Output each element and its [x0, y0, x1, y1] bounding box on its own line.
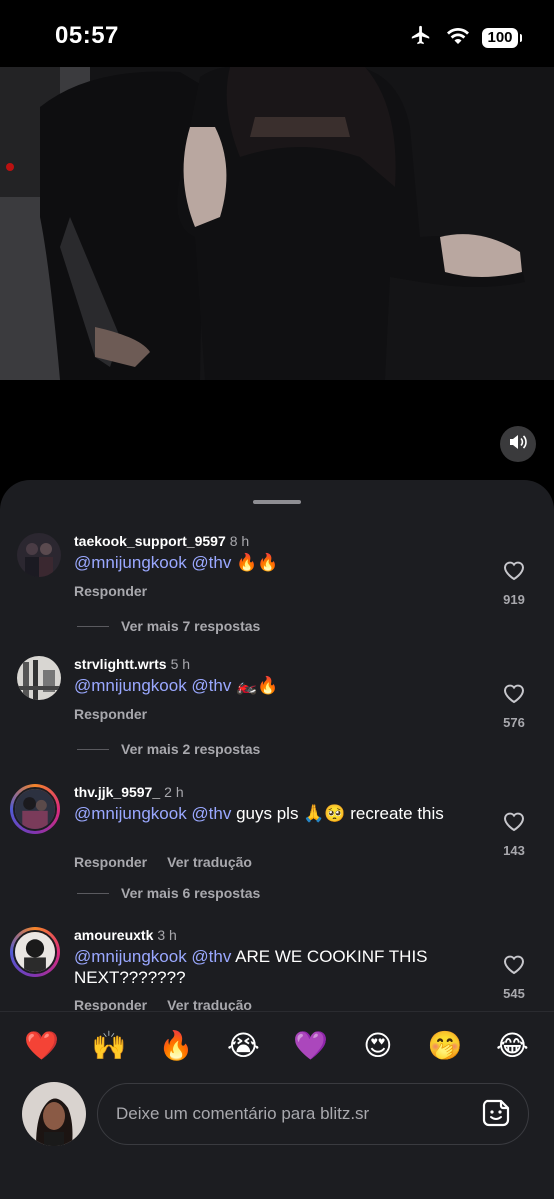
- avatar-image: [15, 932, 55, 972]
- speaker-icon: [509, 434, 527, 455]
- avatar-image: [17, 656, 61, 700]
- avatar[interactable]: [10, 927, 60, 977]
- like-count: 545: [503, 986, 525, 1001]
- comment-username[interactable]: amoureuxtk: [74, 927, 153, 943]
- avatar-inner: [13, 787, 57, 831]
- comment-username[interactable]: strvlightt.wrts: [74, 656, 167, 672]
- reply-button[interactable]: Responder: [74, 854, 147, 870]
- wifi-icon: [446, 25, 470, 50]
- avatar[interactable]: [10, 784, 60, 834]
- status-time: 05:57: [55, 22, 119, 49]
- replies-divider: [77, 892, 109, 894]
- view-more-replies[interactable]: Ver mais 7 respostas: [77, 618, 260, 634]
- comment-text: @mnijungkook @thv 🔥🔥: [74, 552, 474, 573]
- avatar[interactable]: [17, 533, 61, 577]
- video-frame: [0, 67, 554, 380]
- comment-username[interactable]: thv.jjk_9597_: [74, 784, 160, 800]
- avatar-image: [17, 533, 61, 577]
- like-control: 919: [496, 559, 532, 607]
- comment-header: taekook_support_9597 8 h: [74, 533, 249, 549]
- emoji-heart-eyes-button[interactable]: 😍: [356, 1031, 400, 1060]
- emoji-purple-heart-button[interactable]: 💜: [289, 1031, 333, 1060]
- video-letterbox: [0, 380, 554, 490]
- heart-icon[interactable]: [502, 684, 526, 708]
- emoji-hand-over-mouth-button[interactable]: 🤭: [423, 1031, 467, 1060]
- comment-text: @mnijungkook @thv 🏍️🔥: [74, 675, 474, 696]
- comment-mentions[interactable]: @mnijungkook @thv: [74, 947, 231, 966]
- replies-divider: [77, 625, 109, 627]
- comment-text: @mnijungkook @thv ARE WE COOKINF THIS NE…: [74, 946, 474, 988]
- like-control: 143: [496, 810, 532, 858]
- comment-header: amoureuxtk 3 h: [74, 927, 177, 943]
- comment-header: strvlightt.wrts 5 h: [74, 656, 190, 672]
- heart-icon[interactable]: [502, 561, 526, 585]
- status-bar: 05:57 100: [0, 0, 554, 70]
- view-more-replies[interactable]: Ver mais 6 respostas: [77, 885, 260, 901]
- comment-actions: Responder: [74, 583, 147, 599]
- emoji-raised-hands-button[interactable]: 🙌: [87, 1031, 131, 1060]
- reply-button[interactable]: Responder: [74, 583, 147, 599]
- emoji-reaction-bar: ❤️ 🙌 🔥 😭 💜 😍 🤭 😂: [0, 1011, 554, 1079]
- mute-button[interactable]: [500, 426, 536, 462]
- comment-mentions[interactable]: @mnijungkook @thv: [74, 804, 231, 823]
- reply-button[interactable]: Responder: [74, 706, 147, 722]
- view-more-replies-label: Ver mais 2 respostas: [121, 741, 261, 757]
- replies-divider: [77, 748, 109, 750]
- comment-mentions[interactable]: @mnijungkook @thv: [74, 676, 231, 695]
- sheet-grab-handle[interactable]: [253, 500, 301, 504]
- avatar[interactable]: [17, 656, 61, 700]
- sticker-button[interactable]: [478, 1097, 514, 1133]
- comment-body: guys pls 🙏🥺 recreate this: [231, 804, 444, 823]
- like-control: 545: [496, 953, 532, 1001]
- emoji-laughing-button[interactable]: 😂: [490, 1031, 534, 1060]
- comment-actions: Responder Ver tradução: [74, 854, 252, 870]
- comment-text: @mnijungkook @thv guys pls 🙏🥺 recreate t…: [74, 803, 474, 824]
- comment-body: 🔥🔥: [231, 553, 279, 572]
- emoji-fire-button[interactable]: 🔥: [154, 1031, 198, 1060]
- comment-time: 3 h: [157, 927, 177, 943]
- comment-username[interactable]: taekook_support_9597: [74, 533, 226, 549]
- emoji-crying-button[interactable]: 😭: [221, 1031, 265, 1060]
- translate-button[interactable]: Ver tradução: [167, 854, 252, 870]
- comment-mentions[interactable]: @mnijungkook @thv: [74, 553, 231, 572]
- battery-icon: 100: [482, 27, 522, 48]
- comment-header: thv.jjk_9597_ 2 h: [74, 784, 184, 800]
- avatar-image: [15, 789, 55, 829]
- comment-compose: [0, 1079, 554, 1199]
- status-icons: 100: [408, 24, 522, 51]
- avatar-inner: [13, 930, 57, 974]
- like-control: 576: [496, 682, 532, 730]
- view-more-replies-label: Ver mais 7 respostas: [121, 618, 261, 634]
- sticker-icon: [481, 1098, 511, 1133]
- my-avatar-image: [22, 1082, 86, 1146]
- comment-actions: Responder: [74, 706, 147, 722]
- like-count: 143: [503, 843, 525, 858]
- comment-input[interactable]: [97, 1083, 529, 1145]
- comment-time: 8 h: [229, 533, 250, 549]
- view-more-replies-label: Ver mais 6 respostas: [121, 885, 261, 901]
- view-more-replies[interactable]: Ver mais 2 respostas: [77, 741, 260, 757]
- airplane-icon: [408, 24, 434, 51]
- my-avatar: [22, 1082, 86, 1146]
- comment-time: 5 h: [170, 656, 191, 672]
- emoji-heart-button[interactable]: ❤️: [20, 1031, 64, 1060]
- like-count: 919: [503, 592, 525, 607]
- comment-body: 🏍️🔥: [231, 676, 279, 695]
- like-count: 576: [503, 715, 525, 730]
- heart-icon[interactable]: [502, 812, 526, 836]
- video-player[interactable]: [0, 67, 554, 380]
- comment-time: 2 h: [164, 784, 184, 800]
- heart-icon[interactable]: [502, 955, 526, 979]
